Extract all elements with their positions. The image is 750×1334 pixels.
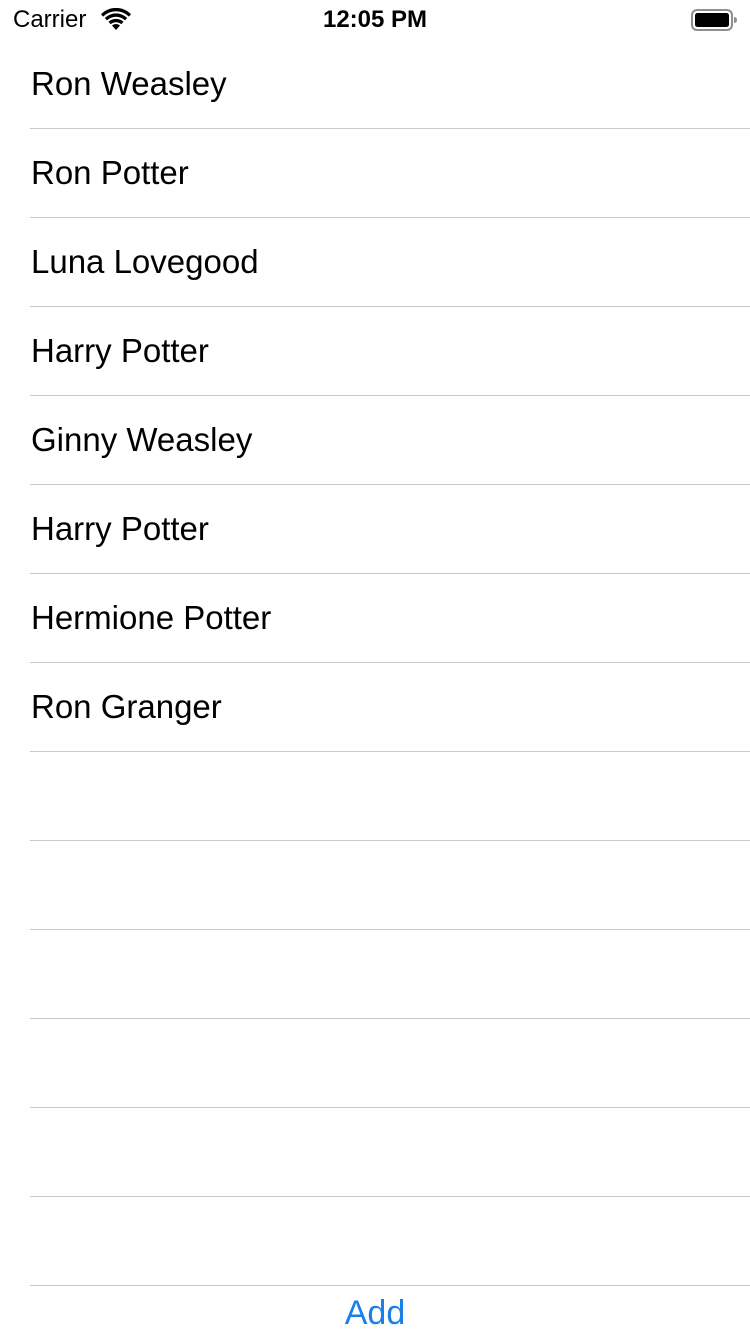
row-label: Ron Potter [31, 154, 189, 191]
empty-table-row [0, 1197, 750, 1286]
empty-table-row [0, 841, 750, 930]
status-time: 12:05 PM [322, 6, 428, 33]
row-label: Hermione Potter [31, 599, 272, 636]
empty-table-row [0, 930, 750, 1019]
table-row[interactable]: Ron Granger [0, 663, 750, 752]
empty-table-row [0, 1108, 750, 1197]
empty-table-row [0, 1019, 750, 1108]
table-row[interactable]: Ron Weasley [0, 40, 750, 129]
row-label: Ginny Weasley [31, 421, 253, 458]
row-label: Ron Weasley [31, 65, 227, 102]
row-label: Harry Potter [31, 510, 209, 547]
table-row[interactable]: Ginny Weasley [0, 396, 750, 485]
table-row[interactable]: Harry Potter [0, 307, 750, 396]
empty-table-row [0, 752, 750, 841]
add-button[interactable]: Add [0, 1292, 750, 1334]
table-row[interactable]: Luna Lovegood [0, 218, 750, 307]
status-bar: Carrier 12:05 PM [0, 0, 750, 40]
row-label: Luna Lovegood [31, 243, 259, 280]
row-label: Harry Potter [31, 332, 209, 369]
row-label: Ron Granger [31, 688, 222, 725]
names-table: Ron Weasley Ron Potter Luna Lovegood Har… [0, 40, 750, 1286]
battery-icon [691, 9, 737, 31]
table-row[interactable]: Ron Potter [0, 129, 750, 218]
table-row[interactable]: Harry Potter [0, 485, 750, 574]
table-row[interactable]: Hermione Potter [0, 574, 750, 663]
